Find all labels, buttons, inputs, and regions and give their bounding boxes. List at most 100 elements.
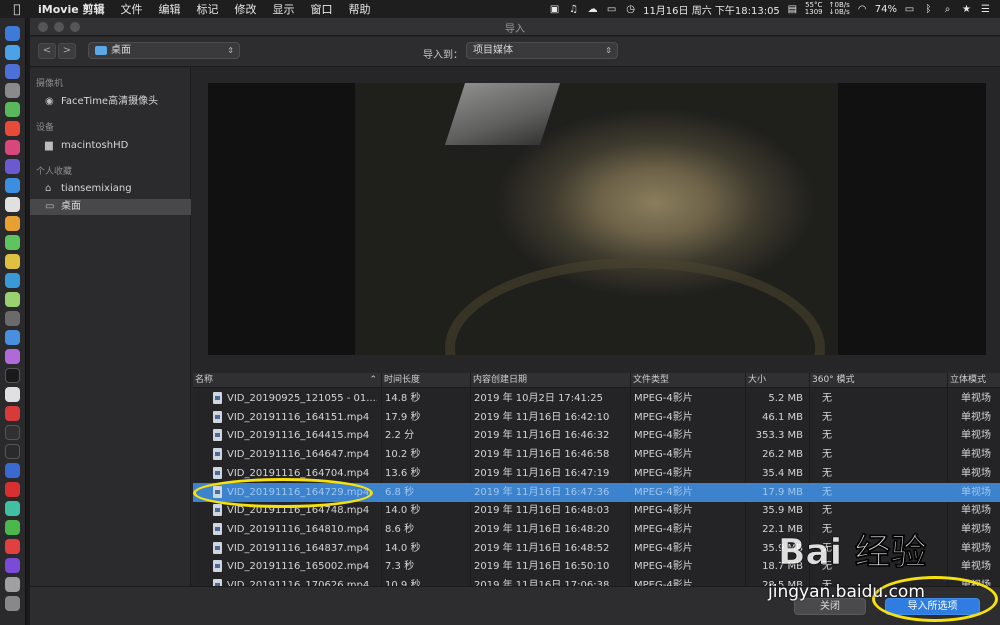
menu-modify[interactable]: 修改	[227, 1, 265, 17]
star-icon[interactable]: ★	[960, 4, 973, 15]
cell-360: 无	[822, 561, 832, 573]
bluetooth-icon[interactable]: ᛒ	[922, 4, 935, 15]
video-file-icon	[213, 560, 222, 573]
col-header-name[interactable]: 名称 ⌃	[193, 373, 381, 388]
import-selected-button[interactable]: 导入所选项	[885, 598, 980, 615]
sidebar-item-home[interactable]: ⌂ tiansemixiang	[30, 181, 191, 197]
table-row[interactable]: VID_20191116_165002.mp4 7.3 秒 2019 年 11月16…	[193, 557, 1000, 576]
music-icon[interactable]: ♫	[567, 4, 580, 15]
podcast-icon[interactable]	[5, 349, 20, 364]
titlebar: 导入	[30, 18, 1000, 36]
table-row[interactable]: VID_20191116_164748.mp4 14.0 秒 2019 年 11月1…	[193, 501, 1000, 520]
finder-icon[interactable]	[5, 26, 20, 41]
tv-icon[interactable]	[5, 368, 20, 383]
cell-duration: 14.0 秒	[385, 542, 421, 554]
import-to-popup[interactable]: 项目媒体 ⇕	[466, 42, 618, 59]
menubar-clock[interactable]: 11月16日 周六 下午18:13:05	[643, 2, 780, 17]
app-icon-25[interactable]	[5, 482, 20, 497]
table-row[interactable]: VID_20191116_164837.mp4 14.0 秒 2019 年 11月1…	[193, 539, 1000, 558]
chrome-icon[interactable]	[5, 121, 20, 136]
display-icon[interactable]: ▭	[605, 4, 618, 15]
location-popup[interactable]: 桌面 ⇕	[88, 42, 240, 59]
col-header-360[interactable]: 360° 模式	[809, 373, 947, 388]
forward-button[interactable]: >	[58, 43, 76, 59]
app-icon-5[interactable]	[5, 102, 20, 117]
wechat-icon[interactable]	[5, 520, 20, 535]
app-icon-8[interactable]	[5, 159, 20, 174]
apple-menu-icon[interactable]: 	[0, 2, 34, 16]
col-header-type[interactable]: 文件类型	[630, 373, 745, 388]
app-icon-12[interactable]	[5, 235, 20, 250]
col-header-size[interactable]: 大小	[745, 373, 809, 388]
app-icon-24[interactable]	[5, 463, 20, 478]
screenshot-icon[interactable]: ▣	[548, 4, 561, 15]
col-header-created[interactable]: 内容创建日期	[470, 373, 630, 388]
table-row[interactable]: VID_20191116_164415.mp4 2.2 分 2019 年 11月16…	[193, 426, 1000, 445]
chevron-right-icon: >	[62, 45, 72, 56]
app-icon-14[interactable]	[5, 273, 20, 288]
col-header-duration[interactable]: 时间长度	[381, 373, 470, 388]
app-icon-23[interactable]	[5, 444, 20, 459]
safari-icon[interactable]	[5, 64, 20, 79]
menu-help[interactable]: 帮助	[341, 1, 379, 17]
cell-size: 46.1 MB	[762, 411, 803, 423]
sidebar-item-macintoshhd[interactable]: ▆ macintoshHD	[30, 138, 191, 154]
menu-list-icon[interactable]: ☰	[979, 4, 992, 15]
monitor-icon[interactable]: ▤	[786, 4, 799, 15]
table-row-selected[interactable]: VID_20191116_164729.mp4 6.8 秒 2019 年 11月16…	[193, 482, 1000, 502]
preview-pan-shape	[445, 258, 825, 355]
app-icon-11[interactable]	[5, 216, 20, 231]
app-icon-15[interactable]	[5, 292, 20, 307]
vivaldi-icon[interactable]	[5, 406, 20, 421]
close-button[interactable]: 关闭	[794, 598, 866, 615]
table-row[interactable]: VID_20191116_164810.mp4 8.6 秒 2019 年 11月16…	[193, 520, 1000, 539]
table-row[interactable]: VID_20191116_164704.mp4 13.6 秒 2019 年 11月1…	[193, 464, 1000, 483]
terminal-icon[interactable]	[5, 425, 20, 440]
back-button[interactable]: <	[38, 43, 56, 59]
app-icon-17[interactable]	[5, 330, 20, 345]
app-icon-30[interactable]	[5, 577, 20, 592]
app-icon-20[interactable]	[5, 387, 20, 402]
file-table: 名称 ⌃ 时间长度 内容创建日期 文件类型 大小 360° 模式 立体模式 VID…	[193, 373, 1000, 591]
cell-duration: 6.8 秒	[385, 486, 415, 498]
menu-edit[interactable]: 编辑	[151, 1, 189, 17]
weibo-icon[interactable]	[5, 539, 20, 554]
wifi-icon[interactable]: ◠	[856, 4, 869, 15]
cell-size: 353.3 MB	[755, 430, 803, 442]
menu-file[interactable]: 文件	[113, 1, 151, 17]
sidebar-item-desktop[interactable]: ▭ 桌面	[30, 199, 191, 215]
app-icon-9[interactable]	[5, 178, 20, 193]
temp-readout[interactable]: 55°C 1309	[805, 2, 823, 16]
cloud-icon[interactable]: ☁	[586, 4, 599, 15]
clock-icon[interactable]: ◷	[624, 4, 637, 15]
table-row[interactable]: VID_20191116_164647.mp4 10.2 秒 2019 年 11月1…	[193, 445, 1000, 464]
menu-view[interactable]: 显示	[265, 1, 303, 17]
cell-stereo: 单视场	[961, 505, 991, 517]
menu-window[interactable]: 窗口	[303, 1, 341, 17]
sidebar-item-facetime[interactable]: ◉ FaceTime高清摄像头	[30, 94, 191, 110]
fan-value: 1309	[804, 8, 823, 16]
spotlight-icon[interactable]: ⌕	[941, 4, 954, 15]
app-icon-4[interactable]	[5, 83, 20, 98]
col-header-stereo[interactable]: 立体模式	[947, 373, 1000, 388]
battery-percent[interactable]: 74%	[875, 4, 897, 15]
launchpad-icon[interactable]	[5, 45, 20, 60]
cell-360: 无	[822, 449, 832, 461]
app-icon-10[interactable]	[5, 197, 20, 212]
app-icon-13[interactable]	[5, 254, 20, 269]
app-icon-29[interactable]	[5, 558, 20, 573]
col-header-name-label: 名称	[195, 375, 214, 385]
net-readout[interactable]: ↑0B/s ↓0B/s	[829, 2, 850, 16]
cell-stereo: 单视场	[961, 486, 991, 498]
trash-icon[interactable]	[5, 596, 20, 611]
app-icon-16[interactable]	[5, 311, 20, 326]
app-icon-7[interactable]	[5, 140, 20, 155]
cell-360: 无	[822, 411, 832, 423]
menu-mark[interactable]: 标记	[189, 1, 227, 17]
video-preview[interactable]	[208, 83, 986, 355]
app-menu[interactable]: iMovie 剪辑	[34, 1, 113, 17]
table-row[interactable]: VID_20191116_164151.mp4 17.9 秒 2019 年 11月1…	[193, 408, 1000, 427]
sort-caret-icon: ⌃	[369, 375, 377, 385]
app-icon-26[interactable]	[5, 501, 20, 516]
table-row[interactable]: VID_20190925_121055 - 01.... 14.8 秒 2019 年…	[193, 389, 1000, 408]
